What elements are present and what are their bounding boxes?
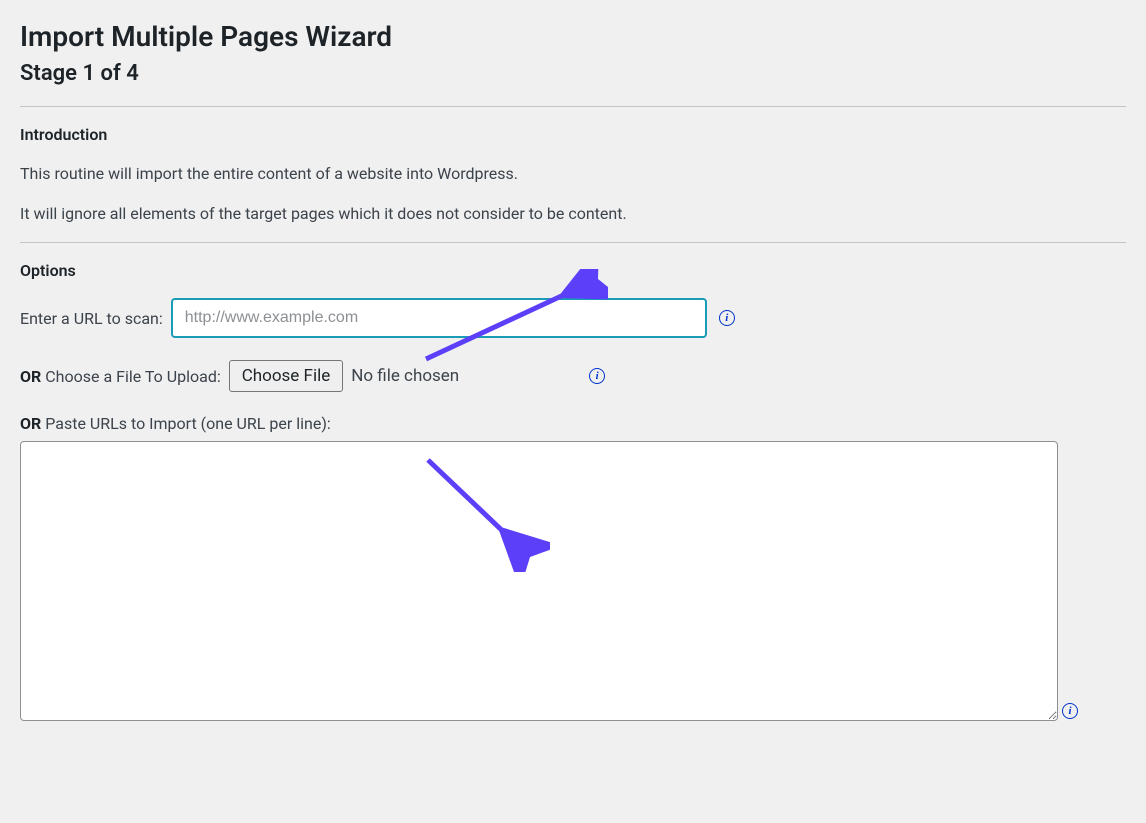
intro-paragraph-2: It will ignore all elements of the targe… [20, 202, 1126, 226]
options-heading: Options [20, 261, 1126, 280]
divider [20, 242, 1126, 243]
paste-urls-textarea[interactable] [20, 441, 1058, 721]
divider [20, 106, 1126, 107]
no-file-chosen-text: No file chosen [351, 366, 459, 386]
url-input[interactable] [171, 298, 707, 338]
introduction-heading: Introduction [20, 125, 1126, 144]
info-icon[interactable] [719, 310, 735, 326]
choose-file-button[interactable]: Choose File [229, 360, 344, 392]
intro-paragraph-1: This routine will import the entire cont… [20, 162, 1126, 186]
paste-urls-label: Paste URLs to Import (one URL per line): [41, 414, 331, 433]
page-title: Import Multiple Pages Wizard [20, 20, 1126, 53]
info-icon[interactable] [1062, 703, 1078, 719]
file-upload-label: Choose a File To Upload: [41, 367, 220, 386]
or-label: OR [20, 414, 41, 433]
or-label: OR [20, 367, 41, 386]
stage-label: Stage 1 of 4 [20, 61, 1126, 86]
info-icon[interactable] [589, 368, 605, 384]
url-label: Enter a URL to scan: [20, 309, 163, 328]
